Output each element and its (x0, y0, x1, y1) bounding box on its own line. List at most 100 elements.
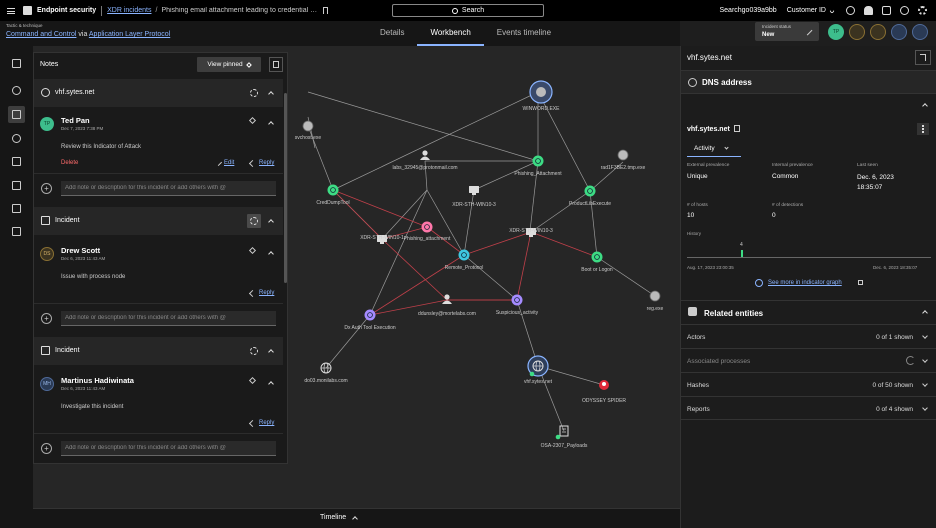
graph-node-phish1[interactable] (532, 155, 544, 167)
technique-link[interactable]: Application Layer Protocol (89, 31, 170, 38)
focus-node-button[interactable] (247, 344, 261, 358)
collapse-chevron-icon[interactable] (268, 121, 274, 127)
shield-icon[interactable] (846, 6, 855, 15)
rail-history-button[interactable] (8, 130, 25, 147)
rail-grid-button[interactable] (8, 200, 25, 217)
avatar-tp[interactable]: TP (828, 24, 844, 40)
avatar-placeholder[interactable] (891, 24, 907, 40)
graph-node-remote[interactable] (458, 249, 470, 261)
graph-node-bootlog[interactable] (591, 251, 603, 263)
bookmark-icon[interactable] (323, 7, 329, 14)
view-pinned-button[interactable]: View pinned (197, 57, 261, 72)
tab-workbench[interactable]: Workbench (417, 21, 484, 46)
avatar-placeholder[interactable] (870, 24, 886, 40)
copy-icon[interactable] (734, 125, 740, 132)
graph-node-vhf[interactable] (527, 355, 549, 377)
graph-node-suspicious[interactable] (511, 294, 523, 306)
bell-icon[interactable] (864, 6, 873, 15)
graph-node-xdr3a[interactable] (469, 186, 479, 195)
note-group-header[interactable]: Incident (34, 207, 283, 235)
add-note-plus-icon[interactable]: + (41, 183, 52, 194)
collapse-chevron-icon[interactable] (268, 381, 274, 387)
edit-note-link[interactable]: Edit (224, 160, 234, 166)
add-note-plus-icon[interactable]: + (41, 443, 52, 454)
graph-node-odyssey[interactable] (599, 380, 609, 390)
collapse-chevron-icon[interactable] (922, 310, 928, 316)
activity-tab[interactable]: Activity (687, 143, 741, 157)
note-author: Martinus Hadiwinata (61, 376, 134, 385)
breadcrumb-xdr-incidents[interactable]: XDR incidents (107, 7, 151, 14)
graph-node-svchost[interactable] (302, 120, 314, 132)
add-note-input[interactable] (61, 441, 276, 456)
rail-folder-button[interactable] (8, 177, 25, 194)
collapse-panel-button[interactable] (915, 50, 931, 65)
delete-note-link[interactable]: Delete (61, 160, 78, 166)
notes-icon (12, 110, 21, 119)
graph-node-dxauth[interactable] (364, 309, 376, 321)
tab-events-timeline[interactable]: Events timeline (484, 21, 564, 46)
rail-export-button[interactable] (8, 223, 25, 240)
user-name[interactable]: Searchgo039a9bb (719, 7, 776, 14)
reply-link[interactable]: Reply (259, 290, 274, 296)
collapse-chevron-icon[interactable] (268, 91, 274, 97)
pin-icon[interactable] (248, 116, 257, 125)
collapse-chevron-icon[interactable] (268, 251, 274, 257)
rail-notes-button[interactable] (8, 106, 25, 123)
collapse-chevron-icon[interactable] (268, 219, 274, 225)
related-row-actors[interactable]: Actors 0 of 1 shown (681, 324, 936, 348)
graph-node-do03[interactable] (320, 362, 332, 374)
tab-details[interactable]: Details (367, 21, 417, 46)
note-group-header[interactable]: vhf.sytes.net (34, 79, 283, 107)
related-row-reports[interactable]: Reports 0 of 4 shown (681, 396, 936, 420)
focus-node-button[interactable] (247, 214, 261, 228)
add-note-input[interactable] (61, 311, 276, 326)
view-pinned-label: View pinned (207, 61, 243, 68)
settings-gear-icon[interactable] (918, 6, 927, 15)
graph-node-osa[interactable] (555, 425, 569, 440)
graph-node-phish2[interactable] (421, 221, 433, 233)
dock-panel-button[interactable] (269, 57, 283, 72)
tactic-link[interactable]: Command and Control (6, 31, 76, 38)
see-more-indicator-graph-link[interactable]: See more in indicator graph (768, 280, 842, 286)
pin-icon[interactable] (248, 376, 257, 385)
collapse-chevron-icon[interactable] (268, 349, 274, 355)
rail-search-button[interactable] (8, 82, 25, 99)
customer-dropdown-chevron-icon[interactable] (829, 7, 835, 14)
more-actions-button[interactable] (917, 123, 929, 135)
graph-node-rad[interactable] (617, 149, 629, 161)
graph-node-duser[interactable] (442, 294, 452, 304)
note-group-header[interactable]: Incident (34, 337, 283, 365)
help-icon[interactable] (900, 6, 909, 15)
graph-node-label: reg.exe (646, 306, 664, 312)
pin-icon[interactable] (248, 246, 257, 255)
expand-chevron-icon[interactable] (352, 516, 358, 522)
global-search-button[interactable]: Search (392, 4, 544, 17)
focus-node-button[interactable] (247, 86, 261, 100)
rail-layout-button[interactable] (8, 55, 25, 72)
graph-node-label: labs_32945@protonmail.com (392, 165, 458, 171)
stat-value: 10 (687, 212, 695, 219)
history-bar[interactable] (741, 250, 743, 257)
graph-node-prodexec[interactable] (584, 185, 596, 197)
graph-node-winword[interactable] (529, 80, 553, 104)
reply-link[interactable]: Reply (259, 160, 274, 166)
graph-node-email[interactable] (420, 150, 430, 160)
related-row-hashes[interactable]: Hashes 0 of 50 shown (681, 372, 936, 396)
related-row-associated-processes[interactable]: Associated processes (681, 348, 936, 372)
avatar-placeholder[interactable] (912, 24, 928, 40)
timeline-bar[interactable]: Timeline (33, 508, 680, 528)
avatar-placeholder[interactable] (849, 24, 865, 40)
collapse-chevron-icon[interactable] (922, 103, 928, 109)
notes-scrollbar[interactable] (284, 93, 287, 283)
add-note-input[interactable] (61, 181, 276, 196)
grid-icon[interactable] (882, 6, 891, 15)
menu-icon[interactable] (7, 7, 15, 14)
search-icon (12, 86, 21, 95)
rail-image-button[interactable] (8, 153, 25, 170)
add-note-plus-icon[interactable]: + (41, 313, 52, 324)
graph-node-credump[interactable] (327, 184, 339, 196)
customer-selector[interactable]: Customer ID (787, 7, 826, 14)
incident-status-selector[interactable]: Incident status New (755, 22, 819, 41)
reply-link[interactable]: Reply (259, 420, 274, 426)
graph-node-reg[interactable] (649, 290, 661, 302)
